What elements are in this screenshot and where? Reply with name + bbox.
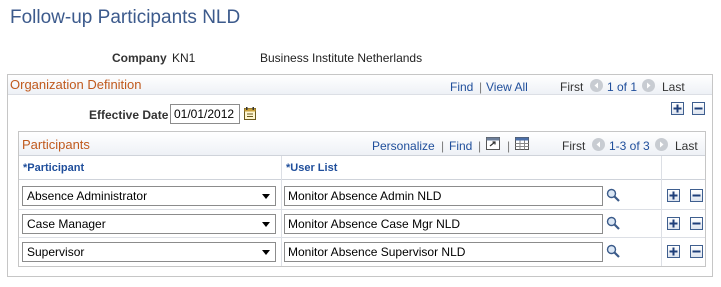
chevron-down-icon [262,194,270,199]
participant-select[interactable]: Supervisor [22,242,276,262]
column-divider [281,156,282,266]
minus-icon [694,107,703,110]
row-add-button[interactable] [667,217,680,230]
magnifier-icon[interactable] [605,187,621,203]
spreadsheet-icon[interactable] [514,136,529,151]
row-divider [19,209,705,210]
participant-select-value: Supervisor [27,245,85,259]
column-header-participant[interactable]: *Participant [23,162,84,174]
left-arrow-circle-icon[interactable] [590,79,603,92]
org-add-button[interactable] [671,102,684,115]
participants-grid-title: Participants [22,137,90,152]
minus-icon [692,250,701,253]
participants-separator-3: | [507,139,511,153]
column-header-user-list[interactable]: *User List [286,162,337,174]
effective-date-label: Effective Date [89,108,169,122]
user-list-field[interactable]: Monitor Absence Supervisor NLD [284,242,603,262]
plus-icon [673,104,682,113]
org-last-label: Last [662,80,685,94]
row-remove-button[interactable] [690,217,703,230]
org-separator: | [479,80,483,94]
magnifier-icon[interactable] [605,243,621,259]
plus-icon [669,219,678,228]
org-view-all-link[interactable]: View All [486,80,528,94]
chevron-down-icon [262,222,270,227]
participants-last-label: Last [675,139,698,153]
row-add-button[interactable] [667,245,680,258]
participants-separator-2: | [478,139,482,153]
participants-separator: | [441,139,445,153]
row-divider [19,237,705,238]
row-add-button[interactable] [667,189,680,202]
participants-column-header-row [19,156,705,180]
plus-icon [669,247,678,256]
org-first-label: First [560,80,584,94]
minus-icon [692,222,701,225]
user-list-field[interactable]: Monitor Absence Case Mgr NLD [284,214,603,234]
org-definition-title: Organization Definition [10,77,142,92]
chevron-down-icon [262,250,270,255]
magnifier-icon[interactable] [605,215,621,231]
column-divider [661,156,662,266]
org-remove-button[interactable] [692,102,705,115]
minus-icon [692,194,701,197]
participants-first-label: First [562,139,586,153]
participants-find-link[interactable]: Find [449,139,472,153]
org-find-link[interactable]: Find [450,80,473,94]
company-name: Business Institute Netherlands [260,51,423,65]
row-remove-button[interactable] [690,245,703,258]
participants-row-count[interactable]: 1-3 of 3 [609,139,650,153]
company-code: KN1 [172,51,196,65]
user-list-field[interactable]: Monitor Absence Admin NLD [284,186,603,206]
participant-select[interactable]: Case Manager [22,214,276,234]
plus-icon [669,191,678,200]
participant-select[interactable]: Absence Administrator [22,186,276,206]
calendar-icon[interactable] [243,106,256,121]
row-remove-button[interactable] [690,189,703,202]
effective-date-field[interactable]: 01/01/2012 [170,104,240,124]
participant-select-value: Absence Administrator [27,189,148,203]
page-title: Follow-up Participants NLD [10,7,241,28]
participant-select-value: Case Manager [27,217,106,231]
zoom-grid-icon[interactable] [485,136,500,151]
right-arrow-circle-icon[interactable] [655,138,668,151]
personalize-link[interactable]: Personalize [372,139,435,153]
company-label: Company [112,51,167,65]
right-arrow-circle-icon[interactable] [642,79,655,92]
org-row-count[interactable]: 1 of 1 [607,80,637,94]
left-arrow-circle-icon[interactable] [592,138,605,151]
